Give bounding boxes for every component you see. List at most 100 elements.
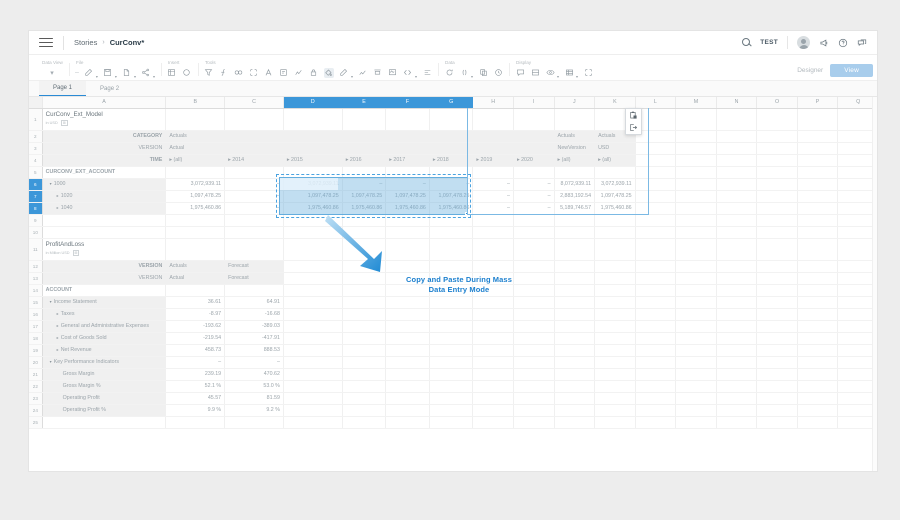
cell[interactable] [554,166,596,179]
cell[interactable] [342,320,387,333]
pl-value-cell[interactable]: -417.91 [224,332,284,345]
cell[interactable] [224,284,284,297]
pl-value-cell[interactable]: -8.97 [165,308,226,321]
pl-value-cell[interactable]: 45.57 [165,392,226,405]
cell[interactable] [594,260,636,273]
cell[interactable] [635,416,677,429]
cell[interactable] [797,272,839,285]
cell[interactable] [513,142,555,155]
cell[interactable] [716,190,758,203]
model2-version-header-0[interactable]: Actuals [165,260,226,273]
cell[interactable] [797,320,839,333]
cell[interactable] [513,166,555,179]
indent-icon[interactable] [422,68,432,78]
row-header-18[interactable]: 18 [29,332,43,345]
cell[interactable] [554,296,596,309]
cell[interactable] [756,284,798,297]
cell[interactable] [675,142,717,155]
cell[interactable] [594,214,636,227]
cell[interactable] [429,416,474,429]
cell[interactable] [513,392,555,405]
cell[interactable] [385,142,430,155]
cell[interactable] [513,356,555,369]
refresh-icon[interactable] [444,68,454,78]
cell[interactable] [716,356,758,369]
filter-icon[interactable] [204,68,214,78]
cell[interactable]: – [513,178,555,191]
cell[interactable] [429,356,474,369]
cell[interactable] [635,202,677,215]
row-header-11[interactable]: 11 [29,238,43,261]
pl-value-cell[interactable]: -389.03 [224,320,284,333]
row-header-1[interactable]: 1 [29,108,43,131]
search-icon[interactable] [742,38,751,47]
cell[interactable] [385,166,430,179]
cell[interactable] [283,380,343,393]
cell[interactable] [797,142,839,155]
model2-title-cell[interactable]: ProfitAndLoss in Million USD ⊞ [42,238,167,261]
font-icon[interactable] [264,68,274,78]
parentheses-icon[interactable] [459,68,469,78]
cell[interactable] [165,238,226,261]
insert-copied-cells-icon[interactable] [629,123,638,132]
cell[interactable] [716,142,758,155]
cell[interactable] [635,226,677,239]
cell[interactable] [513,214,555,227]
cell[interactable] [165,214,226,227]
collapse-triangle-icon[interactable]: ▾ [50,299,52,304]
cell[interactable] [716,202,758,215]
cell[interactable] [675,416,717,429]
link-icon[interactable] [234,68,244,78]
cell[interactable]: 1,097,478.25 [342,190,387,203]
cell[interactable] [554,272,596,285]
expand-triangle-icon[interactable]: ▸ [57,193,59,198]
pl-row-label-cell[interactable]: Operating Profit [42,392,167,405]
cell[interactable] [675,344,717,357]
time-value-2018[interactable]: ▸ 2018 [429,154,474,167]
cell[interactable] [342,142,387,155]
cell[interactable] [554,238,596,261]
cell[interactable] [472,344,514,357]
note-icon[interactable] [279,68,289,78]
cell[interactable] [716,108,758,131]
cell[interactable] [429,142,474,155]
cell[interactable] [554,416,596,429]
cell[interactable] [716,238,758,261]
cell[interactable] [283,296,343,309]
copy-icon[interactable] [478,68,488,78]
cell[interactable] [756,272,798,285]
cell[interactable] [554,404,596,417]
column-header-J[interactable]: J [554,97,596,109]
cell[interactable] [385,404,430,417]
cell[interactable] [42,416,167,429]
cell[interactable] [385,320,430,333]
cell[interactable] [385,344,430,357]
cell[interactable] [716,166,758,179]
cell[interactable] [716,178,758,191]
cell[interactable] [554,392,596,405]
account-row-1000[interactable]: ▾ 1000 [42,178,167,191]
cell[interactable] [797,368,839,381]
cell[interactable] [472,368,514,381]
cell[interactable] [429,368,474,381]
model1-title-cell[interactable]: CurConv_Ext_Model in USD ⊞ [42,108,167,131]
cell[interactable] [342,356,387,369]
cell[interactable] [594,320,636,333]
time-value-2017[interactable]: ▸ 2017 [385,154,430,167]
cell[interactable] [283,392,343,405]
row-header-2[interactable]: 2 [29,130,43,143]
cell[interactable] [594,226,636,239]
vertical-scrollbar[interactable] [872,97,877,471]
account-dimension-label[interactable]: CURCONV_EXT_ACCOUNT [42,166,167,179]
column-header-F[interactable]: F [385,97,430,109]
cell[interactable] [165,166,226,179]
cell[interactable] [385,392,430,405]
cell[interactable] [224,108,284,131]
cell[interactable] [165,226,226,239]
chat-bubble-icon[interactable] [857,38,867,48]
cell[interactable] [594,380,636,393]
cell[interactable] [635,320,677,333]
pl-value-cell[interactable]: – [165,356,226,369]
cell[interactable] [283,416,343,429]
column-header-A[interactable]: A [42,97,167,109]
